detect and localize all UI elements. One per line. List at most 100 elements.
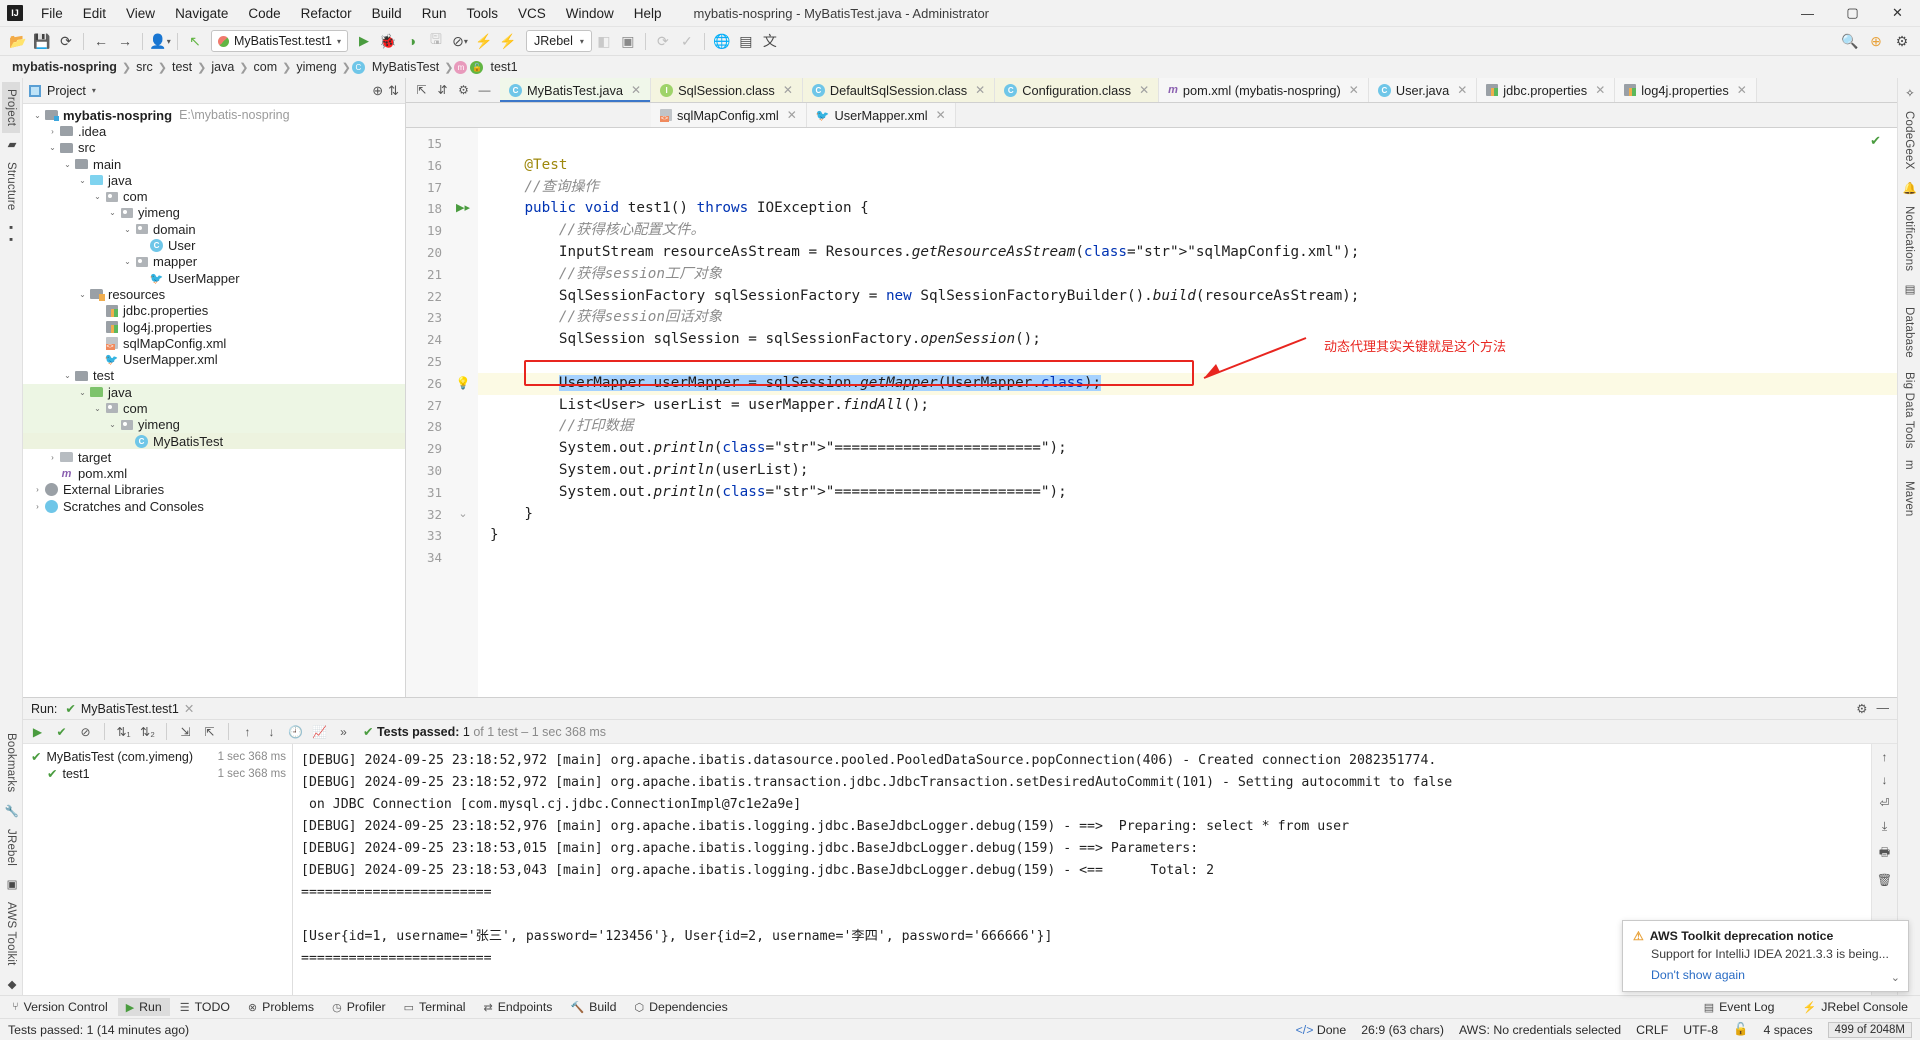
editor-tabs-secondary[interactable]: sqlMapConfig.xml ✕ 🐦 UserMapper.xml ✕ (651, 103, 956, 127)
bottom-tab-todo[interactable]: ☰ TODO (172, 998, 238, 1016)
plugin-icon[interactable]: ⊕ (1864, 30, 1888, 53)
rail-tab-bookmarks[interactable]: Bookmarks (2, 726, 20, 799)
soft-wrap-icon[interactable]: ⏎ (1879, 796, 1889, 810)
sync-icon[interactable]: ⟳ (54, 30, 78, 53)
chart-icon[interactable]: 📈 (309, 722, 330, 742)
menu-tools[interactable]: Tools (456, 3, 508, 24)
rail-tab-project[interactable]: Project (2, 82, 20, 134)
open-folder-icon[interactable]: 📂 (6, 30, 30, 53)
tree-node-jdbc-properties[interactable]: · jdbc.properties (23, 303, 405, 319)
translate-icon[interactable]: 文 (758, 30, 782, 53)
code-line-33[interactable]: } (478, 525, 1897, 547)
rail-tab-codegeex[interactable]: CodeGeeX (1900, 104, 1918, 177)
editor-tab-sqlmapconfig-xml[interactable]: sqlMapConfig.xml ✕ (651, 103, 807, 127)
tree-node-user[interactable]: ·C User (23, 237, 405, 253)
prev-icon[interactable]: ↑ (237, 722, 258, 742)
code-line-21[interactable]: //获得session工厂对象 (478, 264, 1897, 286)
run-panel-tab[interactable]: ✔ MyBatisTest.test1 ✕ (65, 701, 194, 717)
tree-node-usermapper-xml[interactable]: ·🐦 UserMapper.xml (23, 351, 405, 367)
menu-navigate[interactable]: Navigate (165, 3, 238, 24)
rail-tab-jrebel[interactable]: JRebel (2, 822, 20, 873)
tree-node-external-libraries[interactable]: › External Libraries (23, 482, 405, 498)
code-line-27[interactable]: List<User> userList = userMapper.findAll… (478, 395, 1897, 417)
fold-marker[interactable]: ⌄ (448, 504, 478, 526)
jrebel-extra2-icon[interactable]: ▣ (616, 30, 640, 53)
stop-icon[interactable]: ⊘ (75, 722, 96, 742)
chevron-down-icon[interactable]: ⌄ (31, 111, 44, 120)
code-line-25[interactable] (478, 351, 1897, 373)
file-encoding[interactable]: UTF-8 (1683, 1023, 1718, 1037)
chevron-right-icon[interactable]: › (46, 127, 59, 136)
chevron-down-icon[interactable]: ⌄ (121, 225, 134, 234)
menu-edit[interactable]: Edit (73, 3, 116, 24)
close-icon[interactable]: ✕ (184, 701, 194, 716)
print-icon[interactable]: 🖶 (1879, 843, 1890, 864)
editor-tab-sqlsession-class[interactable]: I SqlSession.class ✕ (651, 78, 803, 102)
search-icon[interactable]: 🔍 (1838, 30, 1862, 53)
chevron-down-icon[interactable]: ⌄ (76, 176, 89, 185)
breadcrumb-java[interactable]: java (207, 60, 238, 74)
tree-node-resources[interactable]: ⌄ resources (23, 286, 405, 302)
tree-node-log4j-properties[interactable]: · log4j.properties (23, 319, 405, 335)
menu-view[interactable]: View (116, 3, 165, 24)
chevron-down-icon[interactable]: ⌄ (61, 160, 74, 169)
run-gutter-marker[interactable]: ▶▸ (448, 198, 478, 220)
gear-icon[interactable]: ⚙ (454, 81, 473, 100)
rerun-failed-icon[interactable]: ✔ (51, 722, 72, 742)
menu-window[interactable]: Window (556, 3, 624, 24)
caret-position[interactable]: 26:9 (63 chars) (1361, 1023, 1444, 1037)
chevron-down-icon[interactable]: ⌄ (76, 388, 89, 397)
code-line-20[interactable]: InputStream resourceAsStream = Resources… (478, 242, 1897, 264)
bottom-tab-build[interactable]: 🔨 Build (562, 998, 624, 1016)
maximize-button[interactable]: ▢ (1830, 0, 1875, 27)
code-editor[interactable]: 15 16 17 18 19 20 21 22 23 24 25 26 27 28 29 30 31 32 33 34… (406, 128, 1897, 697)
camera-icon[interactable]: ▣ (1, 873, 21, 895)
breadcrumb-com[interactable]: com (250, 60, 282, 74)
bell-icon[interactable]: 🔔 (1899, 177, 1919, 199)
more-icon[interactable]: » (333, 722, 354, 742)
history-icon[interactable]: 🕘 (285, 722, 306, 742)
marker-gutter[interactable]: ▶▸ 💡 ⌄ (448, 128, 478, 697)
editor-tab-log4j-properties[interactable]: log4j.properties ✕ (1615, 78, 1757, 102)
menu-refactor[interactable]: Refactor (291, 3, 362, 24)
collapse-all-icon[interactable]: ⇅ (388, 83, 399, 99)
chevron-right-icon[interactable]: › (46, 453, 59, 462)
sort-alpha-icon[interactable]: ⇅₁ (113, 722, 134, 742)
chevron-down-icon[interactable]: ⌄ (46, 143, 59, 152)
tree-node-java[interactable]: ⌄ java (23, 172, 405, 188)
breadcrumb-method[interactable]: test1 (486, 60, 521, 74)
tree-node--idea[interactable]: › .idea (23, 123, 405, 139)
expand-all-icon[interactable]: ⇲ (175, 722, 196, 742)
chevron-right-icon[interactable]: › (31, 485, 44, 494)
rerun-icon[interactable]: ▶ (27, 722, 48, 742)
menu-run[interactable]: Run (412, 3, 457, 24)
editor-tabs[interactable]: C MyBatisTest.java ✕ I SqlSession.class ✕ C Def… (500, 78, 1757, 102)
chevron-down-icon[interactable]: ⌄ (91, 404, 104, 413)
menu-code[interactable]: Code (238, 3, 290, 24)
code-line-32[interactable]: } (478, 504, 1897, 526)
tree-node-pom-xml[interactable]: ·m pom.xml (23, 466, 405, 482)
bottom-tab-profiler[interactable]: ◷ Profiler (324, 998, 394, 1016)
chevron-right-icon[interactable]: › (31, 502, 44, 511)
code-line-18[interactable]: public void test1() throws IOException { (478, 198, 1897, 220)
menu-file[interactable]: File (31, 3, 73, 24)
chevron-down-icon[interactable]: ⌄ (91, 192, 104, 201)
code-line-29[interactable]: System.out.println(class="str">"========… (478, 438, 1897, 460)
close-icon[interactable]: ✕ (1457, 83, 1467, 97)
tree-node-main[interactable]: ⌄ main (23, 156, 405, 172)
chevron-down-icon[interactable]: ⌄ (121, 257, 134, 266)
tree-node-domain[interactable]: ⌄ domain (23, 221, 405, 237)
run-with-coverage-icon[interactable]: ◑ (400, 30, 424, 53)
bookmark-icon[interactable]: ▰ (1, 133, 21, 155)
collapse-all-icon[interactable]: ⇱ (199, 722, 220, 742)
rail-tab-notifications[interactable]: Notifications (1900, 199, 1918, 278)
tree-node-mybatis-nospring[interactable]: ⌄ mybatis-nospring E:\mybatis-nospring (23, 107, 405, 123)
code-line-30[interactable]: System.out.println(userList); (478, 460, 1897, 482)
jrebel-debug-icon[interactable]: ⚡ (496, 30, 520, 53)
build-arrow-icon[interactable]: ↖ (183, 30, 207, 53)
tree-node-yimeng[interactable]: ⌄ yimeng (23, 205, 405, 221)
save-icon[interactable]: 💾 (30, 30, 54, 53)
user-icon[interactable]: 👤 ▾ (148, 30, 172, 53)
minimize-icon[interactable]: — (1877, 701, 1890, 716)
editor-tab-jdbc-properties[interactable]: jdbc.properties ✕ (1477, 78, 1616, 102)
